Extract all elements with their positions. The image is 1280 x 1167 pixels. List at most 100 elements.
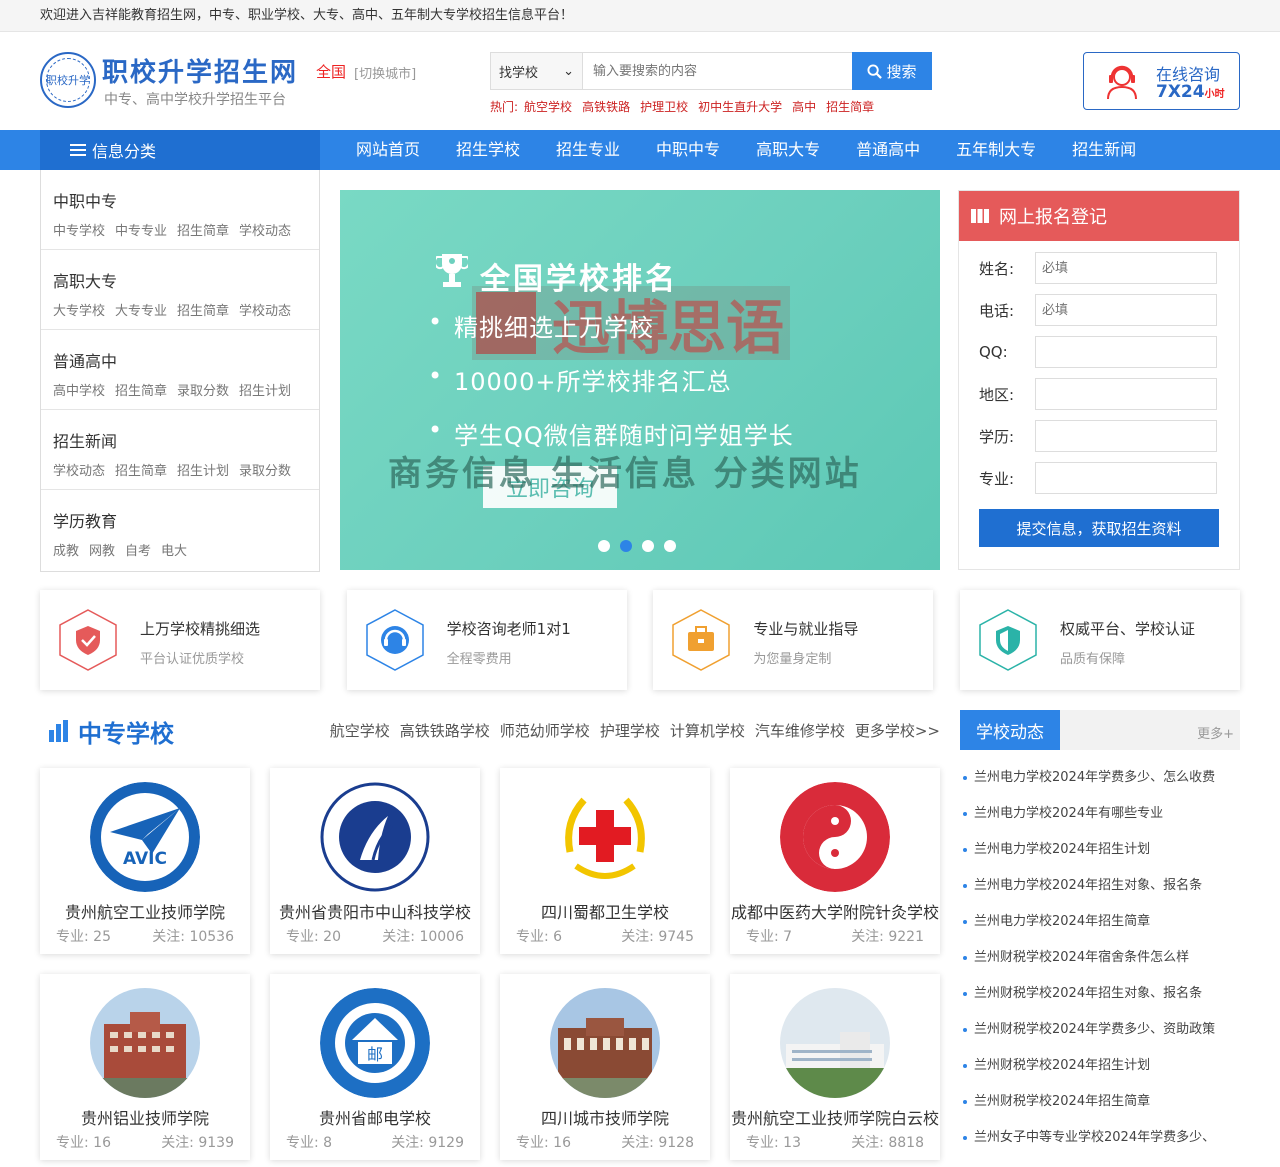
sidebar-link[interactable]: 学校动态 [239, 220, 291, 239]
sidebar-link[interactable]: 中专学校 [53, 220, 105, 239]
news-title[interactable]: 学校动态 [960, 710, 1060, 750]
hero-banner[interactable]: 迅博思语 全国学校排名 精挑细选上万学校 10000+所学校排名汇总 学生QQ微… [340, 190, 940, 570]
nav-item-majors[interactable]: 招生专业 [538, 130, 638, 170]
name-field[interactable] [1035, 252, 1217, 284]
section-tag[interactable]: 汽车维修学校 [755, 720, 845, 741]
sidebar-link[interactable]: 成教 [53, 540, 79, 559]
news-item[interactable]: 兰州电力学校2024年有哪些专业 [960, 796, 1240, 832]
hot-link[interactable]: 高铁铁路 [582, 98, 630, 115]
news-item[interactable]: 兰州财税学校2024年招生简章 [960, 1084, 1240, 1120]
search-type-value: 找学校 [499, 65, 539, 81]
section-tag[interactable]: 航空学校 [330, 720, 390, 741]
online-consult-button[interactable]: 在线咨询 7X24小时 [1083, 52, 1240, 110]
hot-link[interactable]: 航空学校 [524, 98, 572, 115]
news-more-link[interactable]: 更多+ [1197, 723, 1234, 742]
news-item[interactable]: 兰州电力学校2024年招生简章 [960, 904, 1240, 940]
school-name: 四川城市技师学院 [540, 1109, 669, 1128]
sidebar-group: 招生新闻 学校动态 招生简章 招生计划 录取分数 [41, 410, 319, 490]
news-item[interactable]: 兰州财税学校2024年招生计划 [960, 1048, 1240, 1084]
site-logo[interactable]: 职校升学 [40, 52, 96, 108]
school-card[interactable]: 邮 贵州省邮电学校 专业: 8 关注: 9129 [270, 974, 480, 1160]
briefcase-icon [672, 609, 731, 671]
school-card[interactable]: AVIC 贵州航空工业技师学院 专业: 25 关注: 10536 [40, 768, 250, 954]
major-count: 专业: 25 [56, 929, 111, 945]
major-field[interactable] [1035, 462, 1217, 494]
sidebar-link[interactable]: 招生计划 [177, 460, 229, 479]
follow-count: 关注: 9745 [621, 929, 694, 945]
news-item[interactable]: 兰州电力学校2024年学费多少、怎么收费 [960, 760, 1240, 796]
school-card[interactable]: 四川蜀都卫生学校 专业: 6 关注: 9745 [500, 768, 710, 954]
search-input[interactable] [583, 53, 852, 89]
site-title[interactable]: 职校升学招生网 [102, 52, 298, 89]
search-type-select[interactable]: 找学校 ⌄ [491, 53, 583, 89]
nav-item-home[interactable]: 网站首页 [338, 130, 438, 170]
section-tag[interactable]: 高铁铁路学校 [400, 720, 490, 741]
feature-title: 专业与就业指导 [753, 620, 859, 638]
category-menu-button[interactable]: 信息分类 [40, 130, 320, 170]
campus-building-photo [550, 988, 660, 1098]
news-item[interactable]: 兰州女子中等专业学校2024年学费多少、 [960, 1120, 1240, 1156]
svg-text:邮: 邮 [367, 1045, 383, 1064]
carousel-dot[interactable] [598, 540, 610, 552]
carousel-dot-active[interactable] [620, 540, 632, 552]
hot-link[interactable]: 高中 [792, 98, 816, 115]
sidebar-link[interactable]: 招生简章 [177, 300, 229, 319]
sidebar-link[interactable]: 学校动态 [53, 460, 105, 479]
more-schools-link[interactable]: 更多学校>> [855, 720, 940, 741]
sidebar-group-title[interactable]: 学历教育 [53, 508, 319, 532]
switch-city-link[interactable]: [切换城市] [354, 63, 416, 82]
sidebar-link[interactable]: 录取分数 [239, 460, 291, 479]
sidebar-link[interactable]: 高中学校 [53, 380, 105, 399]
school-card[interactable]: 贵州铝业技师学院 专业: 16 关注: 9139 [40, 974, 250, 1160]
education-field[interactable] [1035, 420, 1217, 452]
sidebar-link[interactable]: 网教 [89, 540, 115, 559]
hot-keywords: 热门: 航空学校 高铁铁路 护理卫校 初中生直升大学 高中 招生简章 [490, 98, 874, 115]
news-item[interactable]: 兰州财税学校2024年学费多少、资助政策 [960, 1012, 1240, 1048]
section-tag[interactable]: 护理学校 [600, 720, 660, 741]
submit-button[interactable]: 提交信息，获取招生资料 [979, 509, 1219, 547]
sidebar-link[interactable]: 录取分数 [177, 380, 229, 399]
nav-item-college[interactable]: 高职大专 [738, 130, 838, 170]
sidebar-link[interactable]: 大专专业 [115, 300, 167, 319]
nav-item-five-year[interactable]: 五年制大专 [938, 130, 1054, 170]
section-tag[interactable]: 计算机学校 [670, 720, 745, 741]
sidebar-link[interactable]: 中专专业 [115, 220, 167, 239]
sidebar-group-title[interactable]: 招生新闻 [53, 428, 319, 452]
nav-item-vocational[interactable]: 中职中专 [638, 130, 738, 170]
school-card[interactable]: 贵州省贵阳市中山科技学校 专业: 20 关注: 10006 [270, 768, 480, 954]
sidebar-link[interactable]: 学校动态 [239, 300, 291, 319]
nav-item-news[interactable]: 招生新闻 [1054, 130, 1154, 170]
sidebar-group-title[interactable]: 中职中专 [53, 188, 319, 212]
carousel-dot[interactable] [664, 540, 676, 552]
nav-item-schools[interactable]: 招生学校 [438, 130, 538, 170]
nav-item-highschool[interactable]: 普通高中 [838, 130, 938, 170]
school-card[interactable]: 成都中医药大学附院针灸学校 专业: 7 关注: 9221 [730, 768, 940, 954]
sidebar-link[interactable]: 大专学校 [53, 300, 105, 319]
sidebar-group-title[interactable]: 普通高中 [53, 348, 319, 372]
hot-link[interactable]: 招生简章 [826, 98, 874, 115]
news-item[interactable]: 兰州财税学校2024年招生对象、报名条 [960, 976, 1240, 1012]
sidebar-link[interactable]: 招生计划 [239, 380, 291, 399]
carousel-dot[interactable] [642, 540, 654, 552]
section-tag[interactable]: 师范幼师学校 [500, 720, 590, 741]
chevron-down-icon: ⌄ [563, 63, 574, 79]
qq-field[interactable] [1035, 336, 1217, 368]
phone-field[interactable] [1035, 294, 1217, 326]
news-item[interactable]: 兰州电力学校2024年招生计划 [960, 832, 1240, 868]
sidebar-link[interactable]: 招生简章 [115, 380, 167, 399]
hot-link[interactable]: 初中生直升大学 [698, 98, 782, 115]
sidebar-link[interactable]: 招生简章 [177, 220, 229, 239]
school-card[interactable]: 四川城市技师学院 专业: 16 关注: 9128 [500, 974, 710, 1160]
news-item[interactable]: 兰州电力学校2024年招生对象、报名条 [960, 868, 1240, 904]
sidebar-link[interactable]: 自考 [125, 540, 151, 559]
news-item[interactable]: 兰州财税学校2024年宿舍条件怎么样 [960, 940, 1240, 976]
sidebar-group-title[interactable]: 高职大专 [53, 268, 319, 292]
hot-link[interactable]: 护理卫校 [640, 98, 688, 115]
feature-title: 权威平台、学校认证 [1059, 620, 1195, 638]
sidebar-link[interactable]: 招生简章 [115, 460, 167, 479]
region-field[interactable] [1035, 378, 1217, 410]
sidebar-link[interactable]: 电大 [161, 540, 187, 559]
search-button[interactable]: 搜索 [852, 52, 932, 90]
sidebar-group: 学历教育 成教 网教 自考 电大 [41, 490, 319, 570]
school-card[interactable]: 贵州航空工业技师学院白云校 专业: 13 关注: 8818 [730, 974, 940, 1160]
